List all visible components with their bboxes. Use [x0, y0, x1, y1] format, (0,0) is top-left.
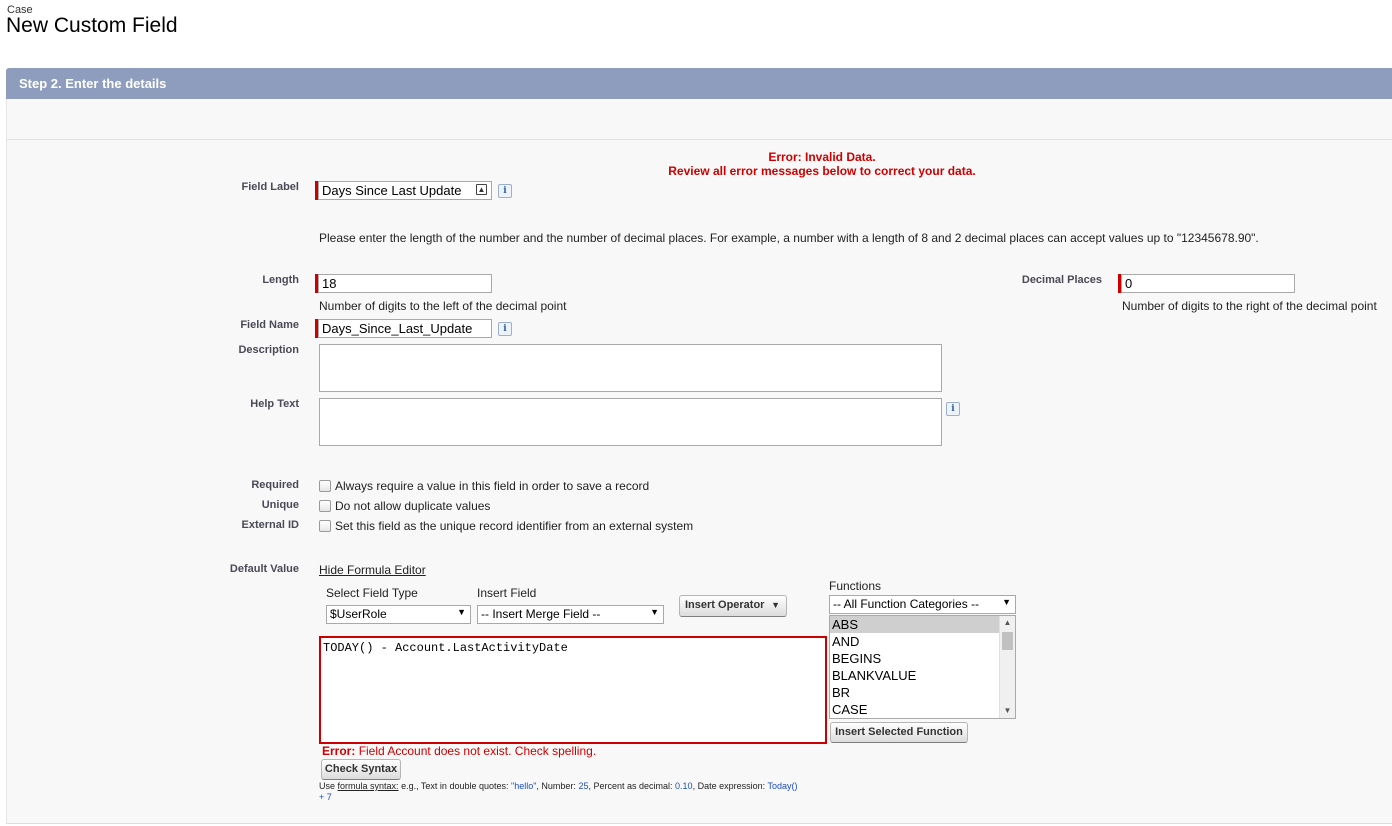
dropdown-arrow-icon: ▼ [457, 607, 466, 617]
formula-syntax-hint: Use formula syntax: e.g., Text in double… [319, 781, 798, 802]
required-checkbox[interactable] [319, 480, 331, 492]
info-icon[interactable]: i [498, 184, 512, 198]
select-field-type-label: Select Field Type [326, 586, 418, 600]
insert-selected-function-button[interactable]: Insert Selected Function [830, 722, 968, 743]
external-id-checkbox[interactable] [319, 520, 331, 532]
insert-operator-button[interactable]: Insert Operator ▼ [679, 595, 787, 617]
check-syntax-button[interactable]: Check Syntax [321, 759, 401, 780]
function-option[interactable]: CASE [830, 701, 999, 718]
function-option[interactable]: BLANKVALUE [830, 667, 999, 684]
decimal-places-hint: Number of digits to the right of the dec… [1122, 299, 1377, 313]
help-text-textarea[interactable] [319, 398, 942, 446]
function-option[interactable]: ABS [830, 616, 999, 633]
scroll-down-icon[interactable]: ▼ [1000, 704, 1015, 718]
dropdown-arrow-icon: ▼ [1002, 597, 1011, 607]
length-hint: Number of digits to the left of the deci… [319, 299, 567, 313]
length-label: Length [262, 274, 299, 286]
external-id-text: Set this field as the unique record iden… [335, 519, 694, 533]
functions-scrollbar[interactable]: ▲ ▼ [999, 616, 1015, 718]
insert-field-label: Insert Field [477, 586, 537, 600]
decimal-places-input[interactable]: 0 [1121, 274, 1295, 293]
unique-checkbox[interactable] [319, 500, 331, 512]
hide-formula-editor-link[interactable]: Hide Formula Editor [319, 563, 426, 577]
formula-text: TODAY() - Account.LastActivityDate [323, 641, 568, 655]
external-id-label: External ID [241, 519, 299, 531]
field-label-input[interactable]: Days Since Last Update [318, 181, 492, 200]
field-name-input[interactable]: Days_Since_Last_Update [318, 319, 492, 338]
formula-error-prefix: Error: [322, 744, 356, 758]
formula-syntax-link[interactable]: formula syntax: [338, 781, 399, 791]
dropdown-arrow-icon: ▼ [650, 607, 659, 617]
page-error-message: Error: Invalid Data. Review all error me… [620, 150, 1024, 178]
error-line-1: Error: Invalid Data. [768, 150, 876, 164]
length-input[interactable]: 18 [318, 274, 492, 293]
functions-listbox[interactable]: ABS AND BEGINS BLANKVALUE BR CASE ▲ ▼ [829, 615, 1016, 719]
help-text-label: Help Text [250, 398, 299, 410]
description-textarea[interactable] [319, 344, 942, 392]
required-label: Required [251, 479, 299, 491]
panel-divider [7, 139, 1392, 140]
field-label-label: Field Label [241, 181, 299, 193]
description-label: Description [238, 344, 299, 356]
select-field-type-dropdown[interactable]: $UserRole ▼ [326, 605, 471, 624]
unique-text: Do not allow duplicate values [335, 499, 491, 513]
scroll-up-icon[interactable]: ▲ [1000, 616, 1015, 630]
functions-label: Functions [829, 579, 882, 593]
function-category-dropdown[interactable]: -- All Function Categories -- ▼ [829, 595, 1016, 614]
error-line-2: Review all error messages below to corre… [668, 164, 976, 178]
function-option[interactable]: BR [830, 684, 999, 701]
insert-field-dropdown[interactable]: -- Insert Merge Field -- ▼ [477, 605, 664, 624]
formula-editor[interactable]: TODAY() - Account.LastActivityDate [319, 636, 827, 744]
field-name-label: Field Name [240, 319, 299, 331]
dropdown-arrow-icon: ▼ [771, 600, 780, 610]
function-option[interactable]: BEGINS [830, 650, 999, 667]
formula-error-text: Field Account does not exist. Check spel… [358, 744, 597, 758]
scroll-thumb[interactable] [1002, 632, 1013, 650]
info-icon[interactable]: i [498, 322, 512, 336]
unique-label: Unique [261, 499, 299, 511]
page-title: New Custom Field [6, 14, 178, 37]
function-option[interactable]: AND [830, 633, 999, 650]
section-header: Step 2. Enter the details [6, 68, 1392, 99]
info-icon[interactable]: i [946, 402, 960, 416]
section-title: Step 2. Enter the details [19, 76, 167, 91]
default-value-label: Default Value [229, 563, 299, 575]
decimal-places-label: Decimal Places [1021, 274, 1102, 286]
length-instructions: Please enter the length of the number an… [319, 231, 1259, 245]
autofill-icon: ▲ [476, 184, 487, 195]
required-text: Always require a value in this field in … [335, 479, 650, 493]
formula-error: Error: Field Account does not exist. Che… [322, 744, 596, 758]
